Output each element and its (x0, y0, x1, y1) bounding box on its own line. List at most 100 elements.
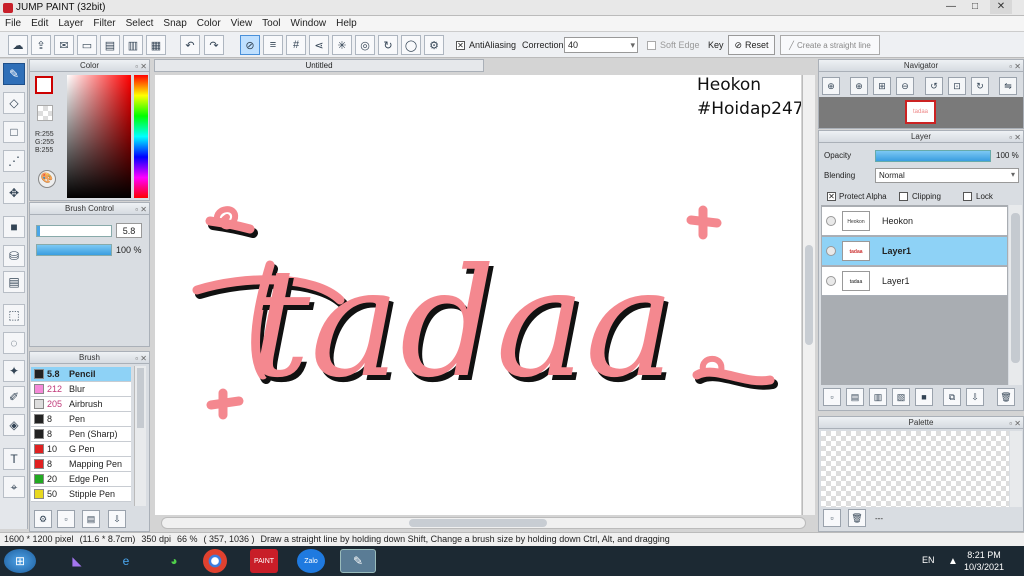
medibang-icon[interactable]: PAINT (250, 549, 278, 573)
transparent-swatch[interactable] (37, 105, 53, 121)
foreground-color-swatch[interactable] (35, 76, 53, 94)
color-picker-square[interactable] (67, 75, 131, 198)
new-8bit-layer-icon[interactable]: ▥ (869, 388, 887, 406)
drawing-canvas[interactable]: Heokon #Hoidap247 tadaa tadaa (155, 75, 801, 515)
brush-item[interactable]: 212 Blur (31, 382, 131, 397)
select-tool-icon[interactable]: ⬚ (3, 304, 25, 326)
flip-icon[interactable]: ⇋ (999, 77, 1017, 95)
duplicate-layer-icon[interactable]: ⧉ (943, 388, 961, 406)
dot-line-tool-icon[interactable]: ⋰ (3, 150, 25, 172)
snap-off-icon[interactable]: ⊘ (240, 35, 260, 55)
brush-list-scrollbar[interactable] (134, 366, 146, 506)
select-eraser-tool-icon[interactable]: ◈ (3, 414, 25, 436)
text-tool-icon[interactable]: T (3, 448, 25, 470)
brush-size-value[interactable]: 5.8 (116, 223, 142, 238)
reset-button[interactable]: ⊘ Reset (728, 35, 775, 55)
brush-item[interactable]: 8 Pen (31, 412, 131, 427)
language-indicator[interactable]: EN (922, 555, 935, 565)
new-color-layer-icon[interactable]: ▤ (846, 388, 864, 406)
ellipse-snap-icon[interactable]: ◯ (401, 35, 421, 55)
layer-opacity-slider[interactable] (875, 150, 991, 162)
layer-row[interactable]: tadaa Layer1 (822, 267, 1007, 296)
soft-edge-checkbox[interactable] (647, 41, 656, 50)
bucket-tool-icon[interactable]: ⛁ (3, 245, 25, 267)
antialiasing-checkbox[interactable]: ✕ (456, 41, 465, 50)
layer-row[interactable]: tadaa Layer1 (822, 237, 1007, 266)
menu-help[interactable]: Help (331, 16, 362, 31)
chrome-icon[interactable] (203, 549, 227, 573)
minimize-button[interactable]: — (940, 0, 962, 14)
zalo-icon[interactable]: Zalo (297, 549, 325, 573)
rotate-right-icon[interactable]: ↻ (971, 77, 989, 95)
move-tool-icon[interactable]: ✥ (3, 182, 25, 204)
layer-scrollbar[interactable] (1009, 205, 1022, 385)
menu-layer[interactable]: Layer (53, 16, 88, 31)
comment-icon[interactable]: ✉ (54, 35, 74, 55)
palette-menu[interactable]: --- (875, 514, 883, 523)
fill-rect-tool-icon[interactable]: ■ (3, 216, 25, 238)
palette-icon[interactable]: 🎨 (38, 170, 56, 188)
zoom-fit-icon[interactable]: ⊕ (822, 77, 840, 95)
navigator-preview-area[interactable]: tadaa (819, 97, 1023, 128)
menu-filter[interactable]: Filter (88, 16, 120, 31)
setting-snap-icon[interactable]: ⚙ (424, 35, 444, 55)
brush-settings-icon[interactable]: ⚙ (34, 510, 52, 528)
brush-item[interactable]: 8 Mapping Pen (31, 457, 131, 472)
message-icon[interactable]: ▭ (77, 35, 97, 55)
delete-swatch-icon[interactable]: 🗑 (848, 509, 866, 527)
menu-color[interactable]: Color (192, 16, 226, 31)
magic-wand-tool-icon[interactable]: ✦ (3, 360, 25, 382)
page-icon[interactable]: ▥ (123, 35, 143, 55)
radial-snap-icon[interactable]: ✳ (332, 35, 352, 55)
jump-paint-task-icon[interactable]: ✎ (340, 549, 376, 573)
rect-tool-icon[interactable]: □ (3, 121, 25, 143)
eyedropper-tool-icon[interactable]: ⌖ (3, 476, 25, 498)
rotate-left-icon[interactable]: ↺ (925, 77, 943, 95)
eraser-tool-icon[interactable]: ◇ (3, 92, 25, 114)
crosshatch-snap-icon[interactable]: # (286, 35, 306, 55)
reset-rotation-icon[interactable]: ⊡ (948, 77, 966, 95)
new-folder-icon[interactable]: ■ (915, 388, 933, 406)
brush-menu-icon[interactable]: ▤ (82, 510, 100, 528)
merge-down-icon[interactable]: ⇩ (966, 388, 984, 406)
menu-select[interactable]: Select (121, 16, 159, 31)
brush-tool-icon[interactable]: ✎ (3, 63, 25, 85)
cloud-icon[interactable]: ☁ (8, 35, 28, 55)
menu-window[interactable]: Window (286, 16, 332, 31)
start-icon[interactable]: ⊞ (4, 549, 36, 573)
vertical-scrollbar[interactable] (802, 75, 815, 515)
share-icon[interactable]: ⇪ (31, 35, 51, 55)
new-brush-icon[interactable]: ▫ (57, 510, 75, 528)
new-layer-icon[interactable]: ▫ (823, 388, 841, 406)
hue-slider[interactable] (134, 75, 148, 198)
brush-item[interactable]: 8 Pen (Sharp) (31, 427, 131, 442)
new-1bit-layer-icon[interactable]: ▧ (892, 388, 910, 406)
circle-snap-icon[interactable]: ◎ (355, 35, 375, 55)
palette-swatch-area[interactable] (821, 431, 1009, 507)
undo-icon[interactable]: ↶ (180, 35, 200, 55)
document-icon[interactable]: ▤ (100, 35, 120, 55)
visual-studio-icon[interactable]: ◣ (63, 549, 91, 573)
menu-tool[interactable]: Tool (257, 16, 285, 31)
menu-snap[interactable]: Snap (158, 16, 191, 31)
add-swatch-icon[interactable]: ▫ (823, 509, 841, 527)
vanish-snap-icon[interactable]: ⋖ (309, 35, 329, 55)
layer-row[interactable]: Heokon #Hoidap247 Heokon (822, 207, 1007, 236)
brush-item[interactable]: 205 Airbrush (31, 397, 131, 412)
parallel-snap-icon[interactable]: ≡ (263, 35, 283, 55)
lock-checkbox[interactable] (963, 192, 972, 201)
delete-layer-icon[interactable]: 🗑 (997, 388, 1015, 406)
straight-line-button[interactable]: ╱ Create a straight line (780, 35, 880, 55)
fit-window-icon[interactable]: ⊞ (873, 77, 891, 95)
brush-opacity-slider[interactable] (36, 244, 112, 256)
clipping-checkbox[interactable] (899, 192, 908, 201)
brush-item[interactable]: 5.8 Pencil (31, 367, 131, 382)
brush-item[interactable]: 10 G Pen (31, 442, 131, 457)
gradient-tool-icon[interactable]: ▤ (3, 271, 25, 293)
coccoc-icon[interactable]: ◕ (160, 549, 188, 573)
zoom-out-icon[interactable]: ⊖ (896, 77, 914, 95)
palette-scrollbar[interactable] (1010, 431, 1022, 507)
correction-select[interactable]: 40 ▾ (564, 37, 638, 53)
visibility-icon[interactable] (826, 216, 836, 226)
brush-item[interactable]: 20 Edge Pen (31, 472, 131, 487)
